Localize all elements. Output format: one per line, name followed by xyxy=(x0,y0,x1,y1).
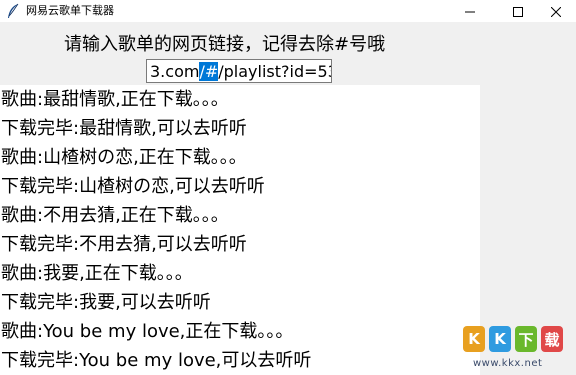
watermark-tile: K xyxy=(489,326,511,352)
log-line: 下载完毕:我要,可以去听听 xyxy=(1,292,211,313)
watermark-url: www.kkx.net xyxy=(473,358,543,369)
log-line: 歌曲:You be my love,正在下载。。。 xyxy=(1,321,294,342)
feather-icon xyxy=(6,3,20,19)
log-line: 下载完毕:不用去猜,可以去听听 xyxy=(1,234,247,255)
log-line: 歌曲:最甜情歌,正在下载。。。 xyxy=(1,89,229,110)
url-text-selected: /# xyxy=(199,62,219,81)
watermark-tile: 载 xyxy=(541,326,563,352)
maximize-icon xyxy=(513,2,523,21)
title-bar: 网易云歌单下载器 xyxy=(0,0,576,22)
log-line: 下载完毕:最甜情歌,可以去听听 xyxy=(1,118,247,139)
url-text-after: /playlist?id=530 xyxy=(218,62,331,81)
log-line: 下载完毕:山楂树の恋,可以去听听 xyxy=(1,176,265,197)
minimize-icon xyxy=(465,2,475,21)
window-title: 网易云歌单下载器 xyxy=(26,4,114,17)
playlist-url-input[interactable]: 3.com/#/playlist?id=530 xyxy=(146,59,332,83)
watermark-tile: 下 xyxy=(515,326,537,352)
watermark-logo: K K 下 载 www.kkx.net xyxy=(461,322,573,374)
minimize-button[interactable] xyxy=(448,0,492,22)
log-line: 下载完毕:You be my love,可以去听听 xyxy=(1,350,312,371)
watermark-tile: K xyxy=(463,326,485,352)
close-button[interactable] xyxy=(534,0,576,22)
url-text-before: 3.com xyxy=(150,62,200,81)
log-line: 歌曲:山楂树の恋,正在下载。。。 xyxy=(1,147,247,168)
log-line: 歌曲:不用去猜,正在下载。。。 xyxy=(1,205,229,226)
close-icon xyxy=(550,2,562,21)
download-log[interactable]: 歌曲:最甜情歌,正在下载。。。 下载完毕:最甜情歌,可以去听听 歌曲:山楂树の恋… xyxy=(0,85,480,375)
log-line: 歌曲:我要,正在下载。。。 xyxy=(1,263,193,284)
url-input-text: 3.com/#/playlist?id=530 xyxy=(150,62,331,82)
url-prompt-label: 请输入歌单的网页链接，记得去除#号哦 xyxy=(64,34,386,55)
